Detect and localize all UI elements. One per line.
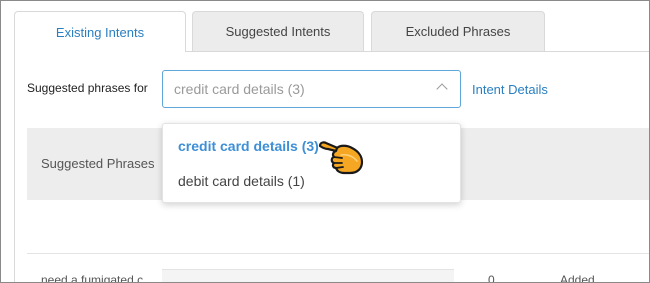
intent-select[interactable]: credit card details (3) (162, 70, 461, 108)
dropdown-option-credit-card-details[interactable]: credit card details (3) (178, 138, 319, 154)
tab-label: Existing Intents (55, 24, 145, 40)
content-border (14, 51, 15, 282)
suggested-phrases-for-label: Suggested phrases for (27, 81, 148, 95)
dropdown-option-debit-card-details[interactable]: debit card details (1) (178, 173, 305, 189)
intent-dropdown-menu: credit card details (3) debit card detai… (162, 123, 461, 203)
table-row-status: Added (560, 273, 595, 283)
app-window: Existing Intents Suggested Intents Exclu… (0, 0, 650, 283)
tab-excluded-phrases[interactable]: Excluded Phrases (371, 11, 545, 51)
tab-suggested-intents[interactable]: Suggested Intents (192, 11, 364, 51)
chevron-up-icon (436, 83, 448, 95)
intent-select-value: credit card details (3) (174, 81, 305, 97)
row-divider (27, 253, 649, 254)
pointing-hand-cursor-icon (318, 141, 364, 175)
table-row-count: 0 (488, 273, 495, 283)
tab-bar: Existing Intents Suggested Intents Exclu… (14, 11, 649, 52)
tab-label: Suggested Intents (225, 24, 331, 39)
suggested-phrases-column-header: Suggested Phrases (41, 156, 155, 171)
intent-details-link[interactable]: Intent Details (472, 82, 548, 97)
tab-label: Excluded Phrases (405, 24, 511, 39)
table-row-phrase: need a fumigated c (41, 273, 144, 283)
tab-existing-intents[interactable]: Existing Intents (14, 11, 186, 52)
dropdown-shadow-ghost (162, 269, 454, 282)
